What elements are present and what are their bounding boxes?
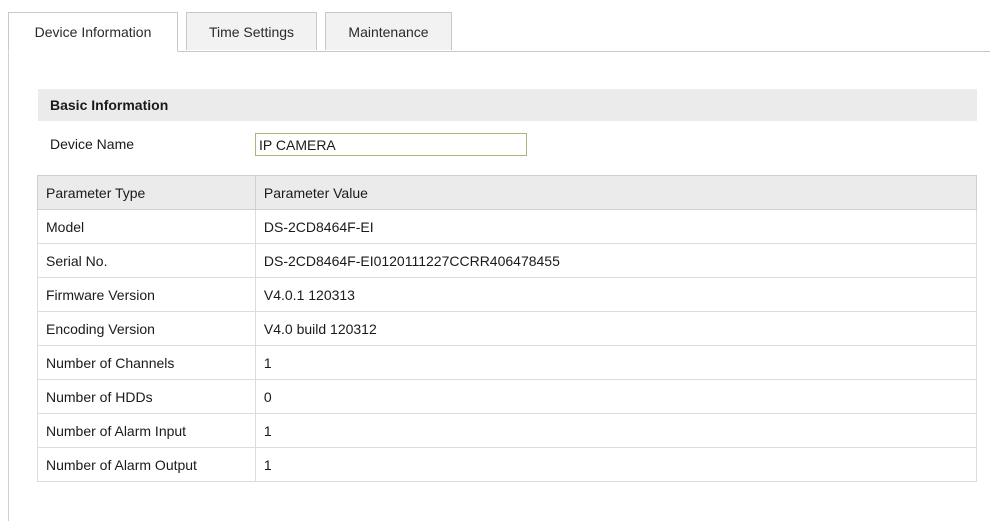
parameter-type-cell: Number of Alarm Output [37,447,256,482]
tab-device-information[interactable]: Device Information [8,12,178,52]
table-row: Firmware Version V4.0.1 120313 [37,277,978,312]
tab-time-settings[interactable]: Time Settings [186,12,317,50]
tab-maintenance[interactable]: Maintenance [325,12,452,50]
table-row: Number of Alarm Input 1 [37,413,978,448]
table-header-row: Parameter Type Parameter Value [37,175,978,210]
parameter-type-cell: Encoding Version [37,311,256,346]
table-row: Number of Alarm Output 1 [37,447,978,482]
parameter-type-cell: Firmware Version [37,277,256,312]
parameter-value-cell: V4.0.1 120313 [254,277,978,312]
table-row: Serial No. DS-2CD8464F-EI0120111227CCRR40… [37,243,978,278]
parameter-type-cell: Number of Channels [37,345,256,380]
parameter-type-cell: Serial No. [37,243,256,278]
device-name-label: Device Name [50,136,135,152]
parameter-value-cell: V4.0 build 120312 [254,311,978,346]
device-information-page: Device Information Time Settings Mainten… [0,0,990,521]
parameter-table-body: Model DS-2CD8464F-EI Serial No. DS-2CD8464F… [37,209,978,482]
basic-information-header: Basic Information [38,89,977,121]
tab-bar: Device Information Time Settings Mainten… [8,12,990,52]
parameter-value-cell: 0 [254,379,978,414]
parameter-type-cell: Model [37,209,256,244]
table-row: Encoding Version V4.0 build 120312 [37,311,978,346]
column-header-parameter-type: Parameter Type [37,175,256,210]
parameter-value-cell: 1 [254,447,978,482]
parameter-value-cell: DS-2CD8464F-EI0120111227CCRR406478455 [254,243,978,278]
device-name-input[interactable] [255,133,527,156]
content-border [8,50,9,521]
parameter-table: Parameter Type Parameter Value Model DS-2… [37,175,978,482]
column-header-parameter-value: Parameter Value [254,175,978,210]
table-row: Number of Channels 1 [37,345,978,380]
table-row: Model DS-2CD8464F-EI [37,209,978,244]
parameter-value-cell: 1 [254,345,978,380]
parameter-type-cell: Number of HDDs [37,379,256,414]
parameter-type-cell: Number of Alarm Input [37,413,256,448]
parameter-value-cell: 1 [254,413,978,448]
parameter-value-cell: DS-2CD8464F-EI [254,209,978,244]
table-row: Number of HDDs 0 [37,379,978,414]
